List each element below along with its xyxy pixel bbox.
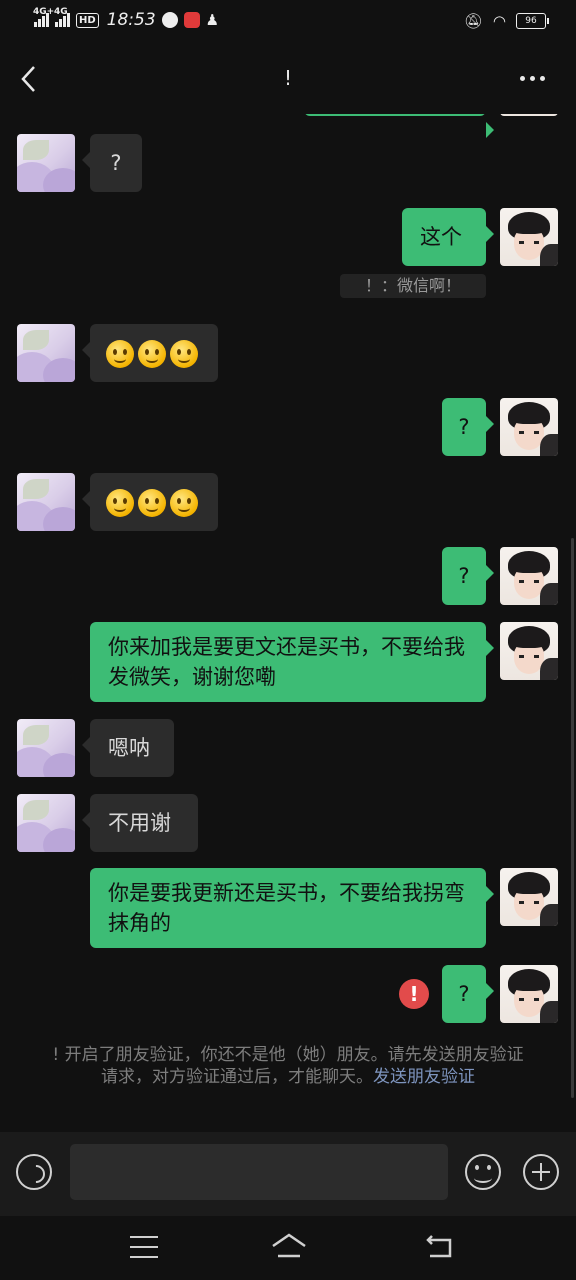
avatar-contact[interactable] — [17, 134, 75, 192]
avatar-contact[interactable] — [17, 473, 75, 531]
message-text: 不用谢 — [108, 811, 171, 835]
message-text: ? — [458, 982, 470, 1006]
message-text: 这个 — [420, 225, 462, 249]
dot-icon — [530, 75, 535, 81]
message-bubble[interactable]: ? — [442, 965, 494, 1023]
avatar-contact[interactable] — [17, 324, 75, 382]
message-bubble-partial — [304, 114, 494, 138]
message-bubble[interactable]: 不用谢 — [82, 794, 198, 852]
message-text: ? — [458, 415, 470, 439]
network-label: 4G+ — [33, 7, 55, 17]
smile-emoji-icon — [106, 489, 134, 517]
plus-icon[interactable] — [523, 1154, 559, 1190]
message-bubble[interactable]: ? — [442, 398, 494, 456]
avatar-self[interactable] — [500, 965, 558, 1023]
send-failed-icon[interactable]: ! — [399, 979, 429, 1009]
friend-verification-notice: ! 开启了朋友验证，你还不是他（她）朋友。请先发送朋友验证请求，对方验证通过后，… — [48, 1044, 528, 1088]
chat-title: ! — [283, 66, 293, 90]
message-text: 你来加我是要更文还是买书，不要给我发微笑，谢谢您嘞 — [108, 635, 465, 689]
smile-emoji-icon — [138, 340, 166, 368]
avatar-self[interactable] — [500, 208, 558, 266]
smile-emoji-icon — [170, 489, 198, 517]
message-list[interactable]: ? 这个 ！：微信啊！ ? ? 你来加我是要更文还是买书，不要给我发微笑，谢谢您… — [0, 114, 576, 1132]
avatar-self[interactable] — [500, 547, 558, 605]
smile-emoji-icon — [138, 489, 166, 517]
smile-emoji-icon — [170, 340, 198, 368]
menu-icon[interactable] — [130, 1236, 158, 1258]
app-notification-icon — [183, 12, 200, 28]
emoji-message-bubble[interactable] — [82, 473, 218, 531]
avatar-self[interactable] — [500, 622, 558, 680]
clock: 18:53 — [106, 10, 156, 30]
signal-icon: 4G+ — [33, 7, 54, 27]
system-message: ！：微信啊！ — [340, 274, 486, 298]
smile-emoji-icon — [106, 340, 134, 368]
more-options-button[interactable] — [520, 68, 550, 88]
chat-header: ! — [0, 44, 576, 114]
avatar-self[interactable] — [500, 398, 558, 456]
network-label-2: 4G — [54, 7, 68, 17]
input-bar — [0, 1132, 576, 1216]
message-text: 嗯呐 — [108, 736, 150, 760]
message-bubble[interactable]: ? — [442, 547, 494, 605]
home-icon[interactable] — [271, 1232, 307, 1260]
emoji-message-bubble[interactable] — [82, 324, 218, 382]
status-right: 🔕︎ ◠ 96 — [463, 12, 549, 30]
wifi-icon: ◠ — [492, 12, 506, 30]
voice-icon[interactable] — [16, 1154, 52, 1190]
emoji-icon[interactable] — [465, 1154, 501, 1190]
status-left: 4G+ 4G HD 18:53 ♟ — [33, 7, 220, 30]
message-bubble[interactable]: 嗯呐 — [82, 719, 174, 777]
avatar-self[interactable] — [500, 868, 558, 926]
scrollbar[interactable] — [571, 538, 574, 1098]
avatar-contact[interactable] — [17, 794, 75, 852]
signal-icon-2: 4G — [54, 7, 70, 27]
status-bar: 4G+ 4G HD 18:53 ♟ 🔕︎ ◠ 96 — [0, 0, 576, 44]
dot-icon — [520, 75, 525, 81]
mute-icon: 🔕︎ — [463, 12, 483, 30]
message-bubble[interactable]: 你是要我更新还是买书，不要给我拐弯抹角的 — [90, 868, 494, 948]
system-navigation-bar — [0, 1216, 576, 1280]
message-bubble[interactable]: ? — [82, 134, 142, 192]
message-text: ? — [110, 151, 122, 175]
message-bubble[interactable]: 这个 — [402, 208, 494, 266]
message-input[interactable] — [70, 1144, 448, 1200]
battery-icon: 96 — [516, 13, 549, 29]
message-text: ? — [458, 564, 470, 588]
avatar-contact[interactable] — [17, 719, 75, 777]
hd-badge: HD — [76, 12, 99, 28]
dot-icon — [540, 75, 545, 81]
message-text: 你是要我更新还是买书，不要给我拐弯抹角的 — [108, 881, 465, 935]
back-nav-icon[interactable] — [424, 1234, 456, 1260]
avatar-self[interactable] — [500, 114, 558, 116]
wechat-icon — [161, 12, 178, 28]
message-bubble[interactable]: 你来加我是要更文还是买书，不要给我发微笑，谢谢您嘞 — [90, 622, 494, 702]
qq-icon: ♟ — [205, 11, 220, 29]
send-verification-link[interactable]: 发送朋友验证 — [373, 1067, 475, 1087]
